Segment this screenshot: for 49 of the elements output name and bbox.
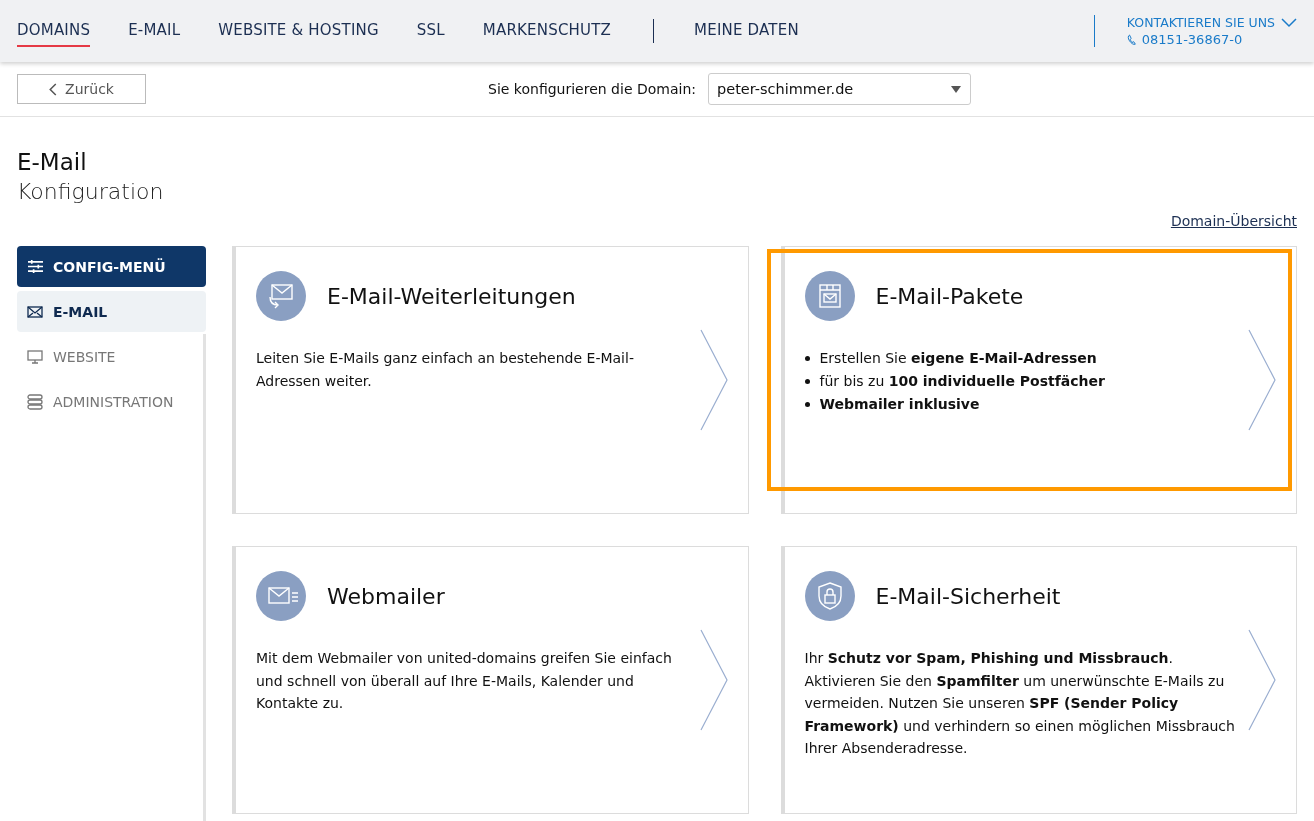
bullet-icon bbox=[804, 356, 810, 361]
chevron-right-icon bbox=[1248, 329, 1276, 431]
phone-icon bbox=[1126, 33, 1137, 46]
feature-card[interactable]: Webmailer Mit dem Webmailer von united-domains greifen Sie einfach und schnell von überall auf Ihre E-Mails, Kalender und Kontakte zu. bbox=[232, 546, 749, 814]
sidebar-item[interactable]: WEBSITE bbox=[17, 336, 206, 377]
card-title: Webmailer bbox=[327, 583, 445, 609]
envelope-icon bbox=[27, 305, 43, 318]
phone-link[interactable]: 08151-36867-0 bbox=[1141, 32, 1243, 47]
nav-link[interactable]: E-MAIL bbox=[128, 15, 181, 47]
card-description: Leiten Sie E-Mails ganz einfach an bestehende E-Mail-Adressen weiter. bbox=[256, 349, 635, 391]
sliders-icon bbox=[27, 259, 44, 274]
back-button[interactable]: Zurück bbox=[17, 74, 146, 104]
package-envelope-icon bbox=[804, 271, 855, 321]
bullet-icon bbox=[804, 402, 810, 407]
chevron-right-icon bbox=[1248, 629, 1276, 731]
sidebar-item[interactable]: E-MAIL bbox=[17, 291, 206, 332]
monitor-icon bbox=[27, 349, 43, 364]
nav-link[interactable]: DOMAINS bbox=[17, 15, 91, 47]
nav-link[interactable]: WEBSITE & HOSTING bbox=[218, 15, 379, 47]
feature-card[interactable] bbox=[780, 546, 1297, 814]
domain-label: Sie konfigurieren die Domain: bbox=[488, 81, 696, 97]
nav-link[interactable]: MEINE DATEN bbox=[694, 15, 799, 47]
bullet-icon bbox=[804, 379, 810, 384]
sidebar-item[interactable]: ADMINISTRATION bbox=[17, 381, 206, 422]
server-icon bbox=[27, 393, 43, 410]
domain-select[interactable]: peter-schimmer.de bbox=[708, 73, 971, 105]
chevron-down-icon bbox=[1281, 17, 1297, 28]
feature-item: Erstellen Sie eigene E-Mail-Adressen bbox=[819, 349, 1097, 368]
chevron-right-icon bbox=[699, 629, 728, 731]
chevron-left-icon bbox=[49, 82, 58, 96]
contact-dropdown[interactable]: KONTAKTIEREN SIE UNS bbox=[1126, 15, 1297, 30]
chevron-right-icon bbox=[699, 329, 728, 431]
dropdown-caret-icon bbox=[951, 85, 961, 93]
card-description: Ihr Schutz vor Spam, Phishing und Missbrauch. Aktivieren Sie den Spamfilter um unerwünschte E-Mails zu vermeiden. Nutzen Sie unseren SPF (Sender Policy Framework) und verhindern so einen möglichen Missbrauch Ihrer Absenderadresse. bbox=[804, 649, 1236, 758]
card-title: E-Mail-Sicherheit bbox=[875, 583, 1061, 609]
card-description: Mit dem Webmailer von united-domains greifen Sie einfach und schnell von überall auf Ihre E-Mails, Kalender und Kontakte zu. bbox=[256, 649, 673, 713]
nav-link[interactable]: MARKENSCHUTZ bbox=[482, 15, 612, 47]
config-menu-header: CONFIG-MENÜ bbox=[17, 246, 206, 287]
card-title: E-Mail-Pakete bbox=[875, 283, 1024, 309]
envelope-lines-icon bbox=[256, 571, 306, 621]
overview-link[interactable]: Domain-Übersicht bbox=[1170, 213, 1297, 229]
feature-card[interactable]: E-Mail-Weiterleitungen Leiten Sie E-Mails ganz einfach an bestehende E-Mail-Adressen weiter. bbox=[232, 246, 749, 514]
shield-lock-icon bbox=[804, 571, 855, 621]
page-subtitle: Konfiguration bbox=[17, 179, 165, 204]
page-title: E-Mail bbox=[17, 149, 88, 175]
feature-item: Webmailer inklusive bbox=[819, 395, 980, 414]
nav-link[interactable]: SSL bbox=[416, 15, 445, 47]
feature-item: für bis zu 100 individuelle Postfächer bbox=[819, 372, 1105, 391]
card-title: E-Mail-Weiterleitungen bbox=[327, 283, 576, 309]
